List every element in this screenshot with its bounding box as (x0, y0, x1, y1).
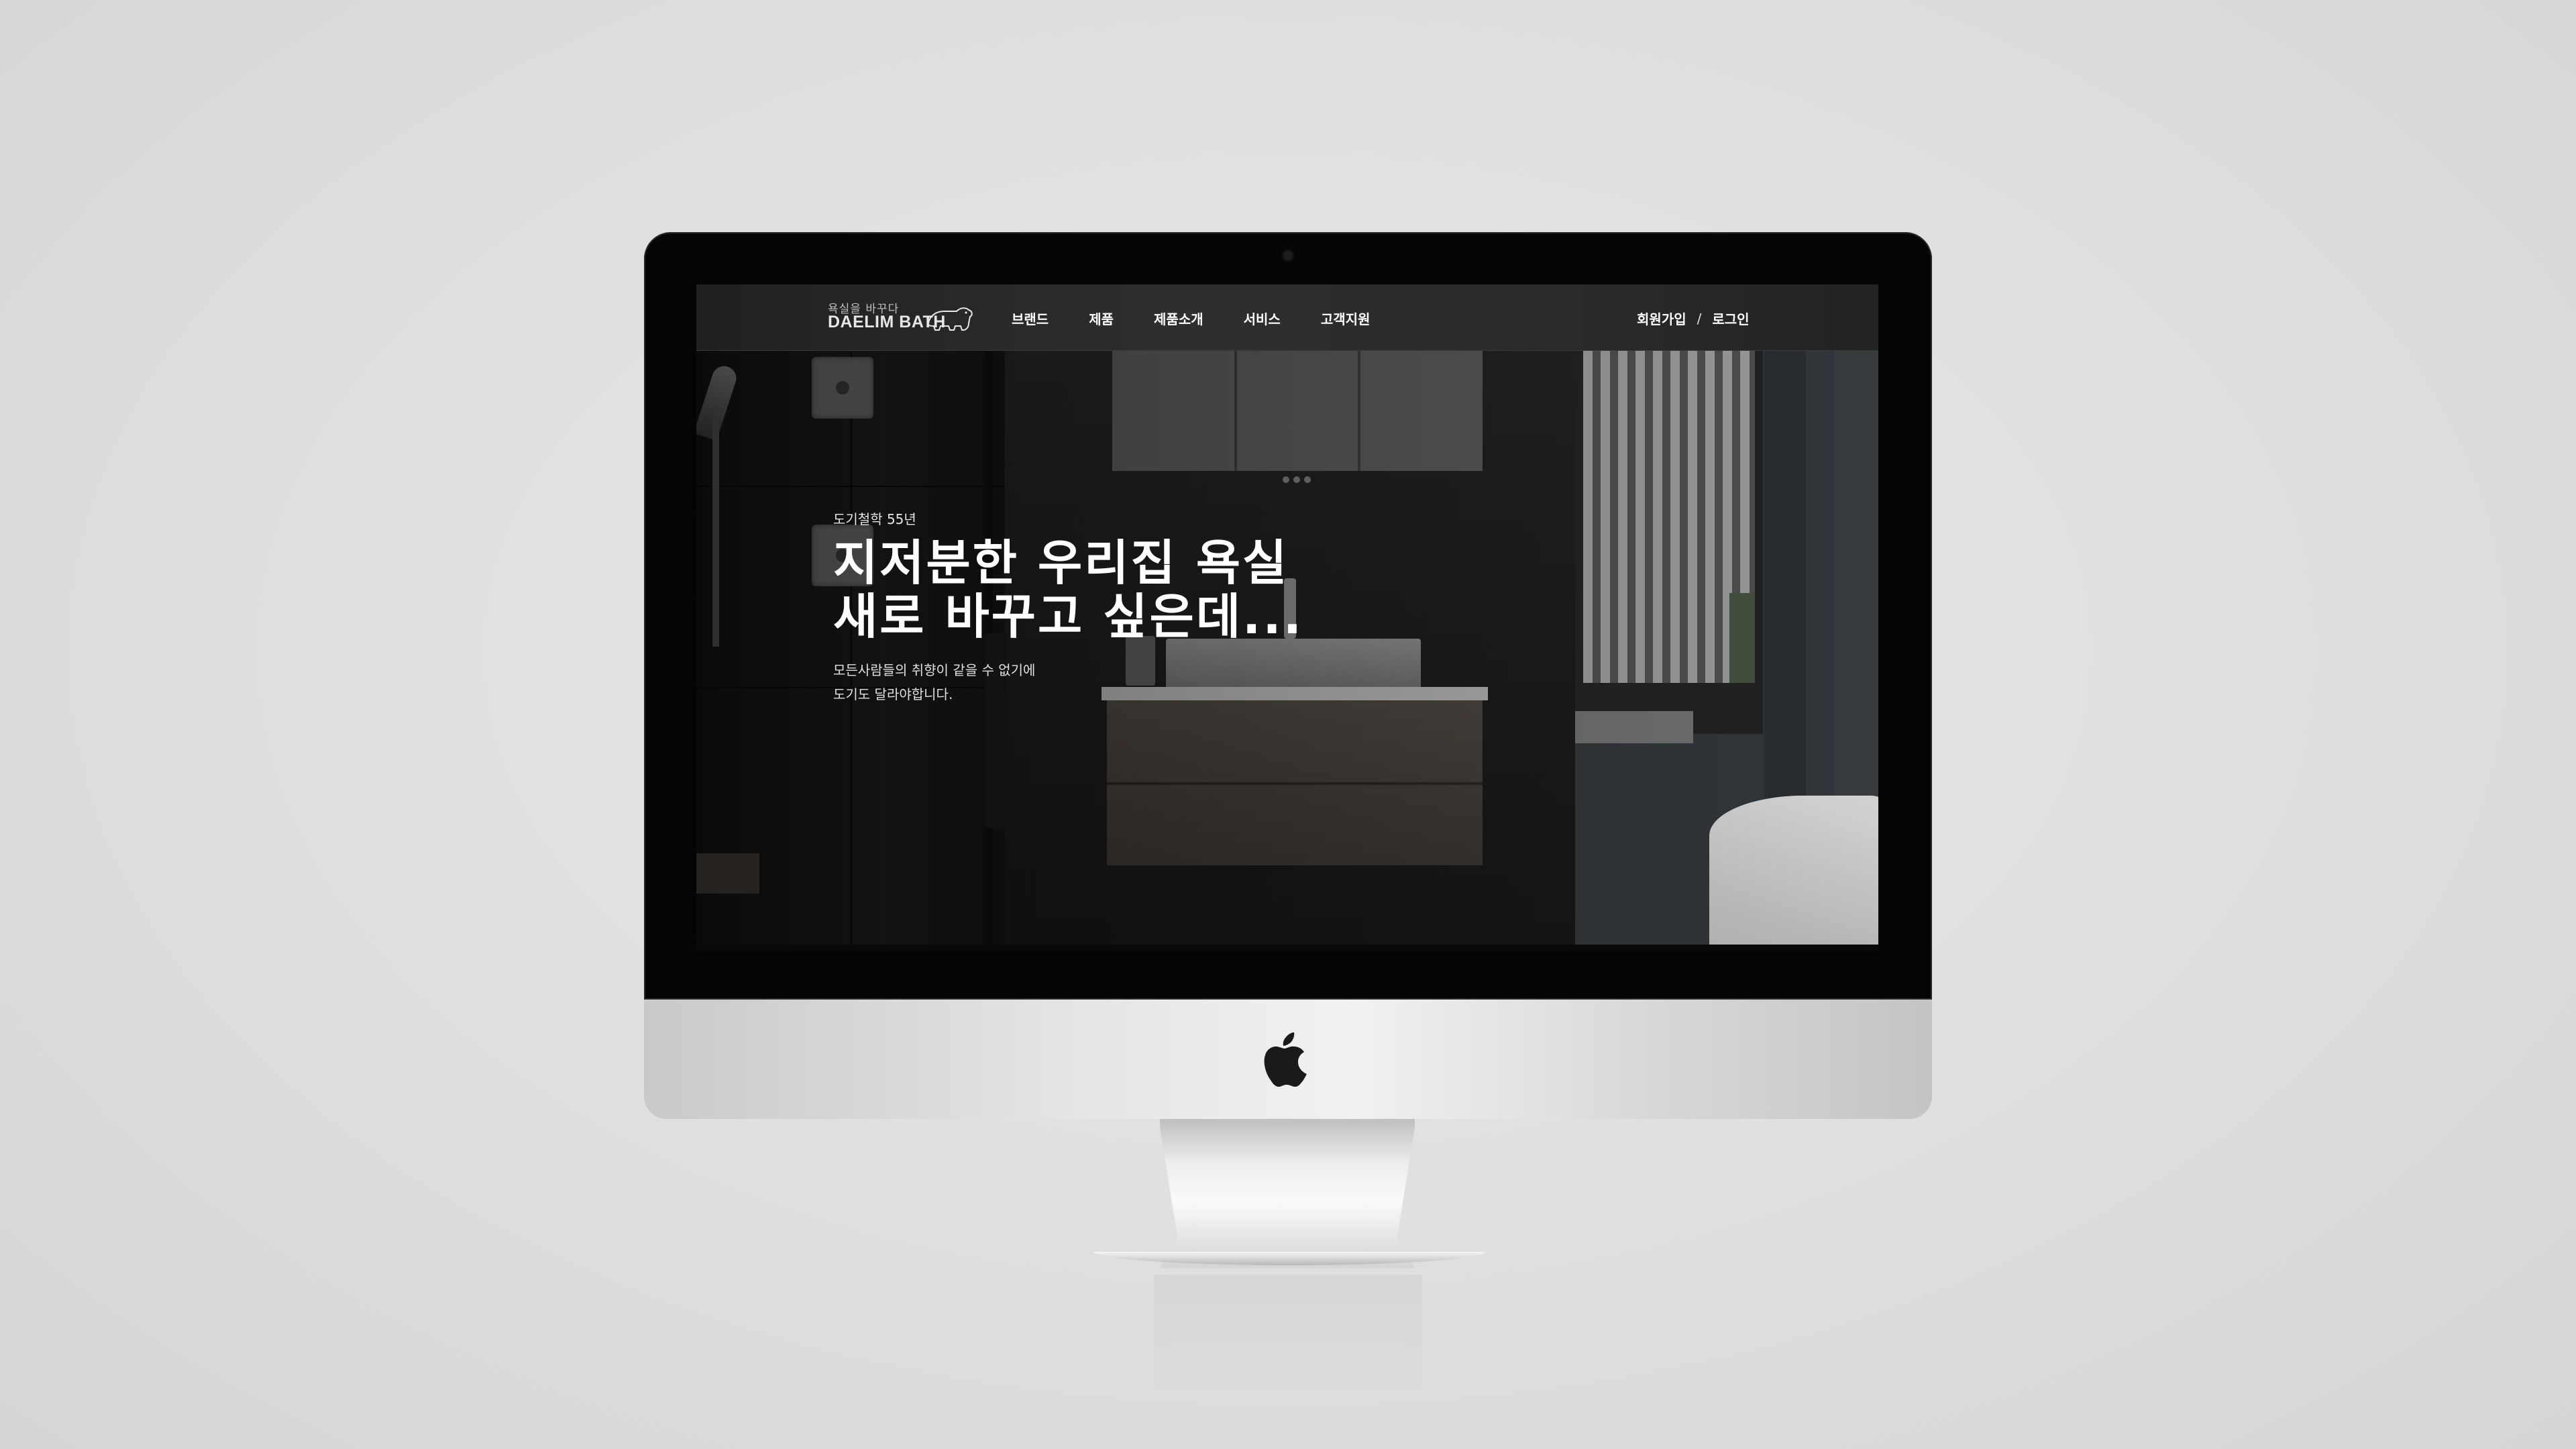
nav-item-products[interactable]: 제품 (1089, 309, 1114, 328)
hero-section: 도기철학 55년 지저분한 우리집 욕실 새로 바꾸고 싶은데... 모든사람들… (833, 508, 1437, 706)
hero-title-line: 새로 바꾸고 싶은데... (833, 588, 1304, 645)
nav-item-service[interactable]: 서비스 (1244, 309, 1281, 328)
login-link[interactable]: 로그인 (1712, 309, 1749, 328)
nav-item-product-intro[interactable]: 제품소개 (1154, 309, 1203, 328)
hero-title: 지저분한 우리집 욕실 새로 바꾸고 싶은데... (833, 536, 1437, 643)
stand-reflection (1154, 1275, 1422, 1395)
apple-icon (1264, 1032, 1307, 1087)
hero-eyebrow: 도기철학 55년 (833, 511, 916, 527)
hero-desc-line: 도기도 달라야합니다. (833, 686, 953, 702)
nav-item-support[interactable]: 고객지원 (1321, 309, 1371, 328)
hero-title-line: 지저분한 우리집 욕실 (833, 535, 1289, 591)
image-highlight (1575, 284, 1878, 951)
site-logo[interactable]: 욕실을 바꾸다 DAELIM BATH (828, 299, 975, 337)
website-screen: 욕실을 바꾸다 DAELIM BATH 브랜드 제품 제품소개 서비스 고객지원… (696, 284, 1878, 951)
hero-description: 모든사람들의 취향이 같을 수 없기에 도기도 달라야합니다. (833, 658, 1437, 706)
camera-icon (1283, 251, 1293, 260)
auth-separator: / (1697, 310, 1702, 327)
nav-item-brand[interactable]: 브랜드 (1012, 309, 1049, 328)
polar-bear-icon (927, 307, 973, 331)
main-nav: 브랜드 제품 제품소개 서비스 고객지원 (1012, 309, 1370, 328)
monitor-bezel: 욕실을 바꾸다 DAELIM BATH 브랜드 제품 제품소개 서비스 고객지원… (644, 232, 1932, 1000)
imac-mockup: 욕실을 바꾸다 DAELIM BATH 브랜드 제품 제품소개 서비스 고객지원… (644, 232, 1932, 1119)
monitor-stand-base (1093, 1252, 1485, 1265)
monitor-stand (1160, 1119, 1415, 1268)
site-header: 욕실을 바꾸다 DAELIM BATH 브랜드 제품 제품소개 서비스 고객지원… (696, 284, 1878, 351)
hero-desc-line: 모든사람들의 취향이 같을 수 없기에 (833, 662, 1036, 678)
auth-links: 회원가입 / 로그인 (1637, 309, 1750, 328)
screen-bottom-edge (696, 945, 1878, 951)
signup-link[interactable]: 회원가입 (1637, 309, 1686, 328)
